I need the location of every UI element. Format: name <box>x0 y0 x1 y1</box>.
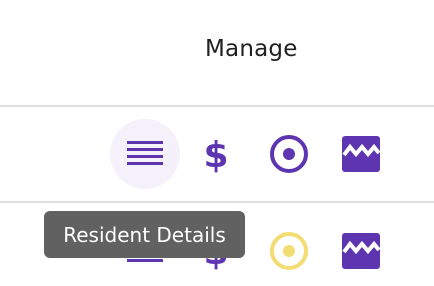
photo-button[interactable] <box>339 229 383 273</box>
radio-target-icon <box>270 232 308 270</box>
tooltip: Resident Details <box>44 211 245 258</box>
dollar-icon: $ <box>204 135 228 173</box>
table-row: $ <box>0 107 434 201</box>
radio-target-icon <box>270 135 308 173</box>
billing-button[interactable]: $ <box>194 132 238 176</box>
status-button[interactable] <box>267 229 311 273</box>
image-icon <box>342 136 380 172</box>
manage-panel: Manage $ Resident Details <box>0 0 434 286</box>
column-header-manage: Manage <box>205 36 298 62</box>
resident-details-button[interactable] <box>123 132 167 176</box>
svg-text:$: $ <box>204 135 228 173</box>
image-icon <box>342 233 380 269</box>
table-header: Manage <box>0 0 434 106</box>
list-icon <box>127 141 163 165</box>
photo-button[interactable] <box>339 132 383 176</box>
status-button[interactable] <box>267 132 311 176</box>
